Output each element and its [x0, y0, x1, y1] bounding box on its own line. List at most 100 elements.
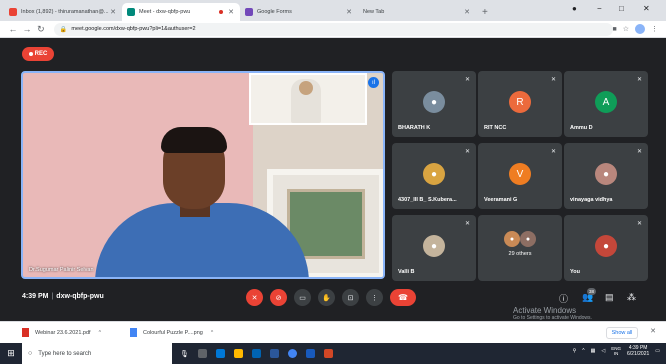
close-icon[interactable]: ✕	[345, 8, 353, 16]
language-indicator[interactable]: ENG IN	[611, 346, 621, 356]
wall-poster	[249, 73, 367, 125]
tab-inbox[interactable]: Inbox (1,892) - thiruramanathan@... ✕	[4, 3, 122, 21]
windows-taskbar: ⊞ ○ Type here to search 🎙 ⚲ ^ ▦ ◁ ENG IN…	[0, 343, 666, 364]
search-placeholder: Type here to search	[38, 350, 92, 357]
notifications-icon[interactable]: ▭	[655, 348, 660, 354]
mic-toggle-button[interactable]: ✕	[246, 289, 263, 306]
close-icon[interactable]: ✕	[227, 8, 235, 16]
participant-tile[interactable]: ✕ R RIT NCC	[478, 71, 562, 137]
participant-tile[interactable]: ✕ ● 4307_III B_ S.Kubera...	[392, 143, 476, 209]
url-text: meet.google.com/dxw-qbfp-pwu?pli=1&authu…	[71, 26, 196, 32]
activities-icon[interactable]: ⁂	[627, 292, 636, 303]
info-icon[interactable]: ⓘ	[559, 292, 568, 305]
tab-google-forms[interactable]: Google Forms ✕	[240, 3, 358, 21]
back-button[interactable]: ←	[6, 24, 20, 34]
maximize-button[interactable]: □	[619, 4, 624, 13]
participant-tile[interactable]: ✕ A Ammu D	[564, 71, 648, 137]
taskbar-clock[interactable]: 4:39 PM 6/21/2021	[627, 345, 649, 357]
tab-title: New Tab	[363, 9, 385, 15]
participant-name: RIT NCC	[484, 125, 507, 131]
file-explorer-icon[interactable]	[233, 349, 243, 358]
show-hidden-icons[interactable]: ^	[582, 348, 584, 354]
download-item[interactable]: Colourful Puzzle P....png ^	[130, 328, 238, 337]
record-icon	[28, 52, 33, 56]
meeting-time: 4:39 PM	[22, 293, 49, 300]
self-tile[interactable]: ✕ ● You	[564, 215, 648, 281]
new-tab-button[interactable]: +	[482, 7, 488, 18]
download-item[interactable]: Webinar 23.6.2021.pdf ^	[22, 328, 130, 337]
star-icon[interactable]: ☆	[623, 25, 629, 33]
main-video-name: Dr.Sugumar Palinir Selvan	[29, 267, 94, 273]
participant-name: vinayaga vidhya	[570, 197, 613, 203]
camera-toggle-button[interactable]: ⊘	[270, 289, 287, 306]
participant-name: Veeramani G	[484, 197, 518, 203]
others-tile[interactable]: ● ● 29 others	[478, 215, 562, 281]
system-tray: ⚲ ^ ▦ ◁ ENG IN 4:39 PM 6/21/2021 ▭	[573, 345, 660, 357]
word-icon[interactable]	[305, 349, 315, 358]
camera-icon[interactable]: ■	[613, 26, 617, 33]
mail-icon[interactable]	[269, 349, 279, 358]
minimize-button[interactable]: −	[597, 4, 602, 13]
participant-tile[interactable]: ✕ ● Valli B	[392, 215, 476, 281]
people-icon[interactable]: 👥 38	[582, 288, 596, 303]
main-video[interactable]: Dr.Sugumar Palinir Selvan ıl	[21, 71, 385, 279]
leave-call-button[interactable]: ☎	[390, 289, 416, 306]
lang-region: IN	[613, 351, 619, 356]
participant-name: You	[570, 269, 580, 275]
search-icon: ○	[28, 350, 33, 357]
raise-hand-button[interactable]: ✋	[318, 289, 335, 306]
tab-meet[interactable]: Meet - dxw-qbfp-pwu ✕	[122, 3, 240, 21]
reload-button[interactable]: ↻	[34, 24, 48, 35]
url-input[interactable]: 🔒 meet.google.com/dxw-qbfp-pwu?pli=1&aut…	[53, 22, 613, 36]
rec-label: REC	[34, 51, 48, 57]
participant-tile[interactable]: ✕ ● vinayaga vidhya	[564, 143, 648, 209]
browser-tab-strip: Inbox (1,892) - thiruramanathan@... ✕ Me…	[0, 0, 666, 21]
others-count: 29 others	[508, 251, 532, 257]
powerpoint-icon[interactable]	[323, 349, 333, 358]
mic-off-icon: ✕	[636, 77, 642, 83]
window-close-button[interactable]: ✕	[643, 4, 650, 13]
task-view-icon[interactable]	[197, 349, 207, 358]
tab-new-tab[interactable]: New Tab ✕	[358, 3, 476, 21]
chevron-up-icon[interactable]: ^	[99, 330, 101, 336]
network-icon[interactable]: ▦	[591, 348, 596, 354]
profile-avatar[interactable]	[635, 24, 646, 34]
chevron-up-icon[interactable]: ^	[211, 330, 213, 336]
show-all-button[interactable]: Show all	[606, 327, 638, 339]
close-icon[interactable]: ✕	[109, 8, 117, 16]
recording-badge[interactable]: REC	[22, 47, 54, 61]
microphone-icon[interactable]: 🎙	[180, 350, 189, 358]
audio-level-icon: ıl	[368, 77, 379, 88]
menu-icon[interactable]: ⋮	[651, 25, 658, 33]
participant-photo: ●	[423, 235, 445, 257]
participant-tile[interactable]: ✕ V Veeramani G	[478, 143, 562, 209]
forward-button[interactable]: →	[20, 24, 34, 34]
present-button[interactable]: ⊡	[342, 289, 359, 306]
more-options-button[interactable]: ⋮	[366, 289, 383, 306]
windows-start-icon[interactable]: ⊞	[0, 348, 22, 359]
lock-icon: 🔒	[59, 26, 68, 33]
gmail-icon	[9, 8, 17, 16]
download-filename: Colourful Puzzle P....png	[143, 329, 203, 336]
meeting-info: 4:39 PM | dxw-qbfp-pwu	[22, 293, 104, 300]
edge-icon[interactable]	[215, 349, 225, 358]
others-avatar: ●	[504, 231, 520, 247]
captions-button[interactable]: ▭	[294, 289, 311, 306]
chat-icon[interactable]: ▤	[605, 292, 614, 303]
participant-tile[interactable]: ✕ ● BHARATH K	[392, 71, 476, 137]
close-icon[interactable]: ✕	[650, 327, 656, 335]
taskbar-search-input[interactable]: ○ Type here to search	[22, 343, 172, 364]
close-icon[interactable]: ✕	[463, 8, 471, 16]
tab-title: Inbox (1,892) - thiruramanathan@...	[21, 9, 109, 15]
address-bar: ← → ↻ 🔒 meet.google.com/dxw-qbfp-pwu?pli…	[0, 21, 666, 38]
chrome-icon[interactable]	[287, 349, 297, 358]
downloads-bar: Webinar 23.6.2021.pdf ^ Colourful Puzzle…	[0, 321, 666, 343]
speaker-hair	[161, 127, 227, 153]
participant-photo: ●	[423, 91, 445, 113]
people-tray-icon[interactable]: ⚲	[573, 348, 577, 354]
meet-icon	[127, 8, 135, 16]
store-icon[interactable]	[251, 349, 261, 358]
volume-icon[interactable]: ◁	[601, 348, 605, 354]
others-avatar: ●	[520, 231, 536, 247]
participant-name: Valli B	[398, 269, 415, 275]
